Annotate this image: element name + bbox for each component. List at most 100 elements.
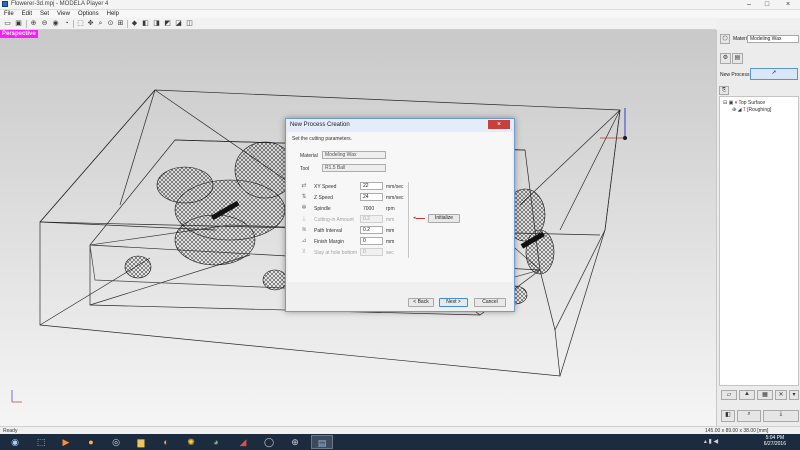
view-back-icon[interactable]: ◪ xyxy=(174,19,183,28)
finish-margin-unit: mm xyxy=(386,239,395,245)
arrow-left-icon: ◂ xyxy=(413,215,416,221)
chrome-icon[interactable]: ◕ xyxy=(205,435,227,449)
z-speed-unit: mm/sec xyxy=(386,195,404,201)
target-icon[interactable]: ◎ xyxy=(105,435,127,449)
view-iso-icon[interactable]: ◆ xyxy=(130,19,139,28)
new-process-button[interactable]: ➚ xyxy=(750,68,798,80)
finish-margin-input[interactable]: 0 xyxy=(360,237,383,245)
spindle-label: Spindle xyxy=(314,206,331,212)
cut-icon[interactable]: ◧ xyxy=(721,410,735,422)
cancel-button[interactable]: Cancel xyxy=(474,298,506,307)
process-panel: ⬡ Material Modeling Wax ⚙ ▤ New Process … xyxy=(716,30,800,426)
material-select[interactable]: Modeling Wax xyxy=(747,35,799,43)
pan-icon[interactable]: ✥ xyxy=(86,19,95,28)
fit-view-icon[interactable]: ⊕ xyxy=(29,19,38,28)
process-tree[interactable]: ⊟ ▣ ▾ Top Surface ⊕ ◢ T [Roughing] xyxy=(719,96,799,386)
path-interval-icon: ≋ xyxy=(301,227,307,233)
tree-item-top-surface[interactable]: ⊟ ▣ ▾ Top Surface xyxy=(723,100,765,106)
process-up-icon[interactable]: ▱ xyxy=(721,390,737,400)
dialog-title: New Process Creation xyxy=(290,122,350,128)
media-icon[interactable]: ▶ xyxy=(55,435,77,449)
toolbar: ▭ ▣ ⊕ ⊖ ◉ ◔ ⬚ ✥ ⌕ ⊙ ⊞ ◆ ◧ ◨ ◩ ◪ ◫ xyxy=(0,18,716,30)
menu-bar: File Edit Set View Options Help xyxy=(0,10,800,18)
arrow-line xyxy=(416,218,425,219)
zoom-window-icon[interactable]: ⊙ xyxy=(106,19,115,28)
process-copy-icon[interactable]: ▦ xyxy=(757,390,773,400)
material-icon: ⬡ xyxy=(720,34,730,44)
process-delete-icon[interactable]: ✕ xyxy=(775,390,787,400)
rotate-icon[interactable]: ◉ xyxy=(51,19,60,28)
zoom-icon[interactable]: ⌕ xyxy=(96,19,105,28)
clock[interactable]: 5:04 PM 6/27/2016 xyxy=(764,435,786,447)
send-output-icon[interactable]: ⤓ xyxy=(763,410,799,422)
menu-options[interactable]: Options xyxy=(74,10,103,18)
instruction-text: Set the cutting parameters. xyxy=(292,136,353,142)
view-bottom-icon[interactable]: ◫ xyxy=(185,19,194,28)
zoom-in-icon[interactable]: ⊖ xyxy=(40,19,49,28)
preview-icon[interactable]: ▤ xyxy=(732,53,743,64)
window-title: Flowerer-3d.mpj - MODELA Player 4 xyxy=(11,1,109,7)
zoom-fit-icon[interactable]: ⊞ xyxy=(116,19,125,28)
spindle-unit: rpm xyxy=(386,206,395,212)
xy-speed-label: XY Speed xyxy=(314,184,337,190)
menu-view[interactable]: View xyxy=(53,10,74,18)
app-circle-icon[interactable]: ● xyxy=(80,435,102,449)
z-speed-label: Z Speed xyxy=(314,195,333,201)
cutting-in-icon: ⤓ xyxy=(302,216,306,222)
maximize-button[interactable]: □ xyxy=(758,0,776,9)
settings-icon[interactable]: ⚙ xyxy=(720,53,731,64)
toolbar-separator xyxy=(73,20,74,28)
stay-hole-icon: ⊻ xyxy=(301,249,307,255)
view-front-icon[interactable]: ◧ xyxy=(141,19,150,28)
path-interval-input[interactable]: 0.2 xyxy=(360,226,383,234)
view-side-icon[interactable]: ◩ xyxy=(163,19,172,28)
next-button[interactable]: Next > xyxy=(439,298,468,307)
view-top-icon[interactable]: ◨ xyxy=(152,19,161,28)
toolbar-separator xyxy=(127,20,128,28)
explorer-icon[interactable]: ⬚ xyxy=(30,435,52,449)
preview-cut-icon[interactable]: ⌕ xyxy=(737,410,761,422)
path-interval-label: Path Interval xyxy=(314,228,343,234)
xy-speed-icon: ⇄ xyxy=(301,183,307,189)
material-value: Modeling Wax xyxy=(322,151,386,159)
tool-label: Tool xyxy=(300,166,310,172)
new-process-dialog: New Process Creation × Set the cutting p… xyxy=(285,118,515,312)
modela-player-task[interactable]: ▤ xyxy=(311,435,333,449)
disc-icon[interactable]: ◯ xyxy=(258,435,280,449)
start-icon[interactable]: ◉ xyxy=(4,435,26,449)
z-speed-input[interactable]: 24 xyxy=(360,193,383,201)
toolbar-separator xyxy=(26,20,27,28)
stay-hole-input: 0 xyxy=(360,248,383,256)
select-icon[interactable]: ⬚ xyxy=(76,19,85,28)
tree-item-roughing[interactable]: ⊕ ◢ T [Roughing] xyxy=(732,107,771,113)
open-icon[interactable]: ▭ xyxy=(3,19,12,28)
close-button[interactable]: × xyxy=(777,0,799,9)
view-icon[interactable]: ◔ xyxy=(62,19,71,28)
new-process-label: New Process xyxy=(720,72,750,78)
process-down-icon[interactable]: ▾ xyxy=(789,390,799,400)
menu-set[interactable]: Set xyxy=(36,10,53,18)
menu-edit[interactable]: Edit xyxy=(18,10,36,18)
menu-file[interactable]: File xyxy=(0,10,18,18)
menu-help[interactable]: Help xyxy=(103,10,123,18)
dialog-title-bar: New Process Creation xyxy=(286,119,514,132)
process-edit-icon[interactable]: ▲ xyxy=(739,390,755,400)
pdf-icon[interactable]: ◢ xyxy=(232,435,254,449)
sun-icon[interactable]: ✺ xyxy=(180,435,202,449)
dialog-close-button[interactable]: × xyxy=(488,120,510,129)
back-button[interactable]: < Back xyxy=(408,298,434,307)
dialog-body: Set the cutting parameters. Material Mod… xyxy=(288,132,512,282)
xy-speed-input[interactable]: 22 xyxy=(360,182,383,190)
app-icon xyxy=(2,1,8,7)
tool-value: R1.5 Ball xyxy=(322,164,386,172)
tray-icons[interactable]: ▴ ▮ ◀ xyxy=(700,435,722,449)
initialize-button[interactable]: Initialize xyxy=(428,214,460,223)
globe-icon[interactable]: ⊕ xyxy=(284,435,306,449)
save-icon[interactable]: ▣ xyxy=(14,19,23,28)
param-divider xyxy=(408,182,409,258)
folder-icon[interactable]: ▆ xyxy=(130,435,152,449)
status-bar: Ready 145.00 x 89.00 x 38.00 [mm] xyxy=(0,426,800,434)
minimize-button[interactable]: – xyxy=(740,0,758,9)
firefox-icon[interactable]: ◐ xyxy=(155,435,177,449)
tree-tab-icon[interactable]: ⎘ xyxy=(719,86,729,95)
